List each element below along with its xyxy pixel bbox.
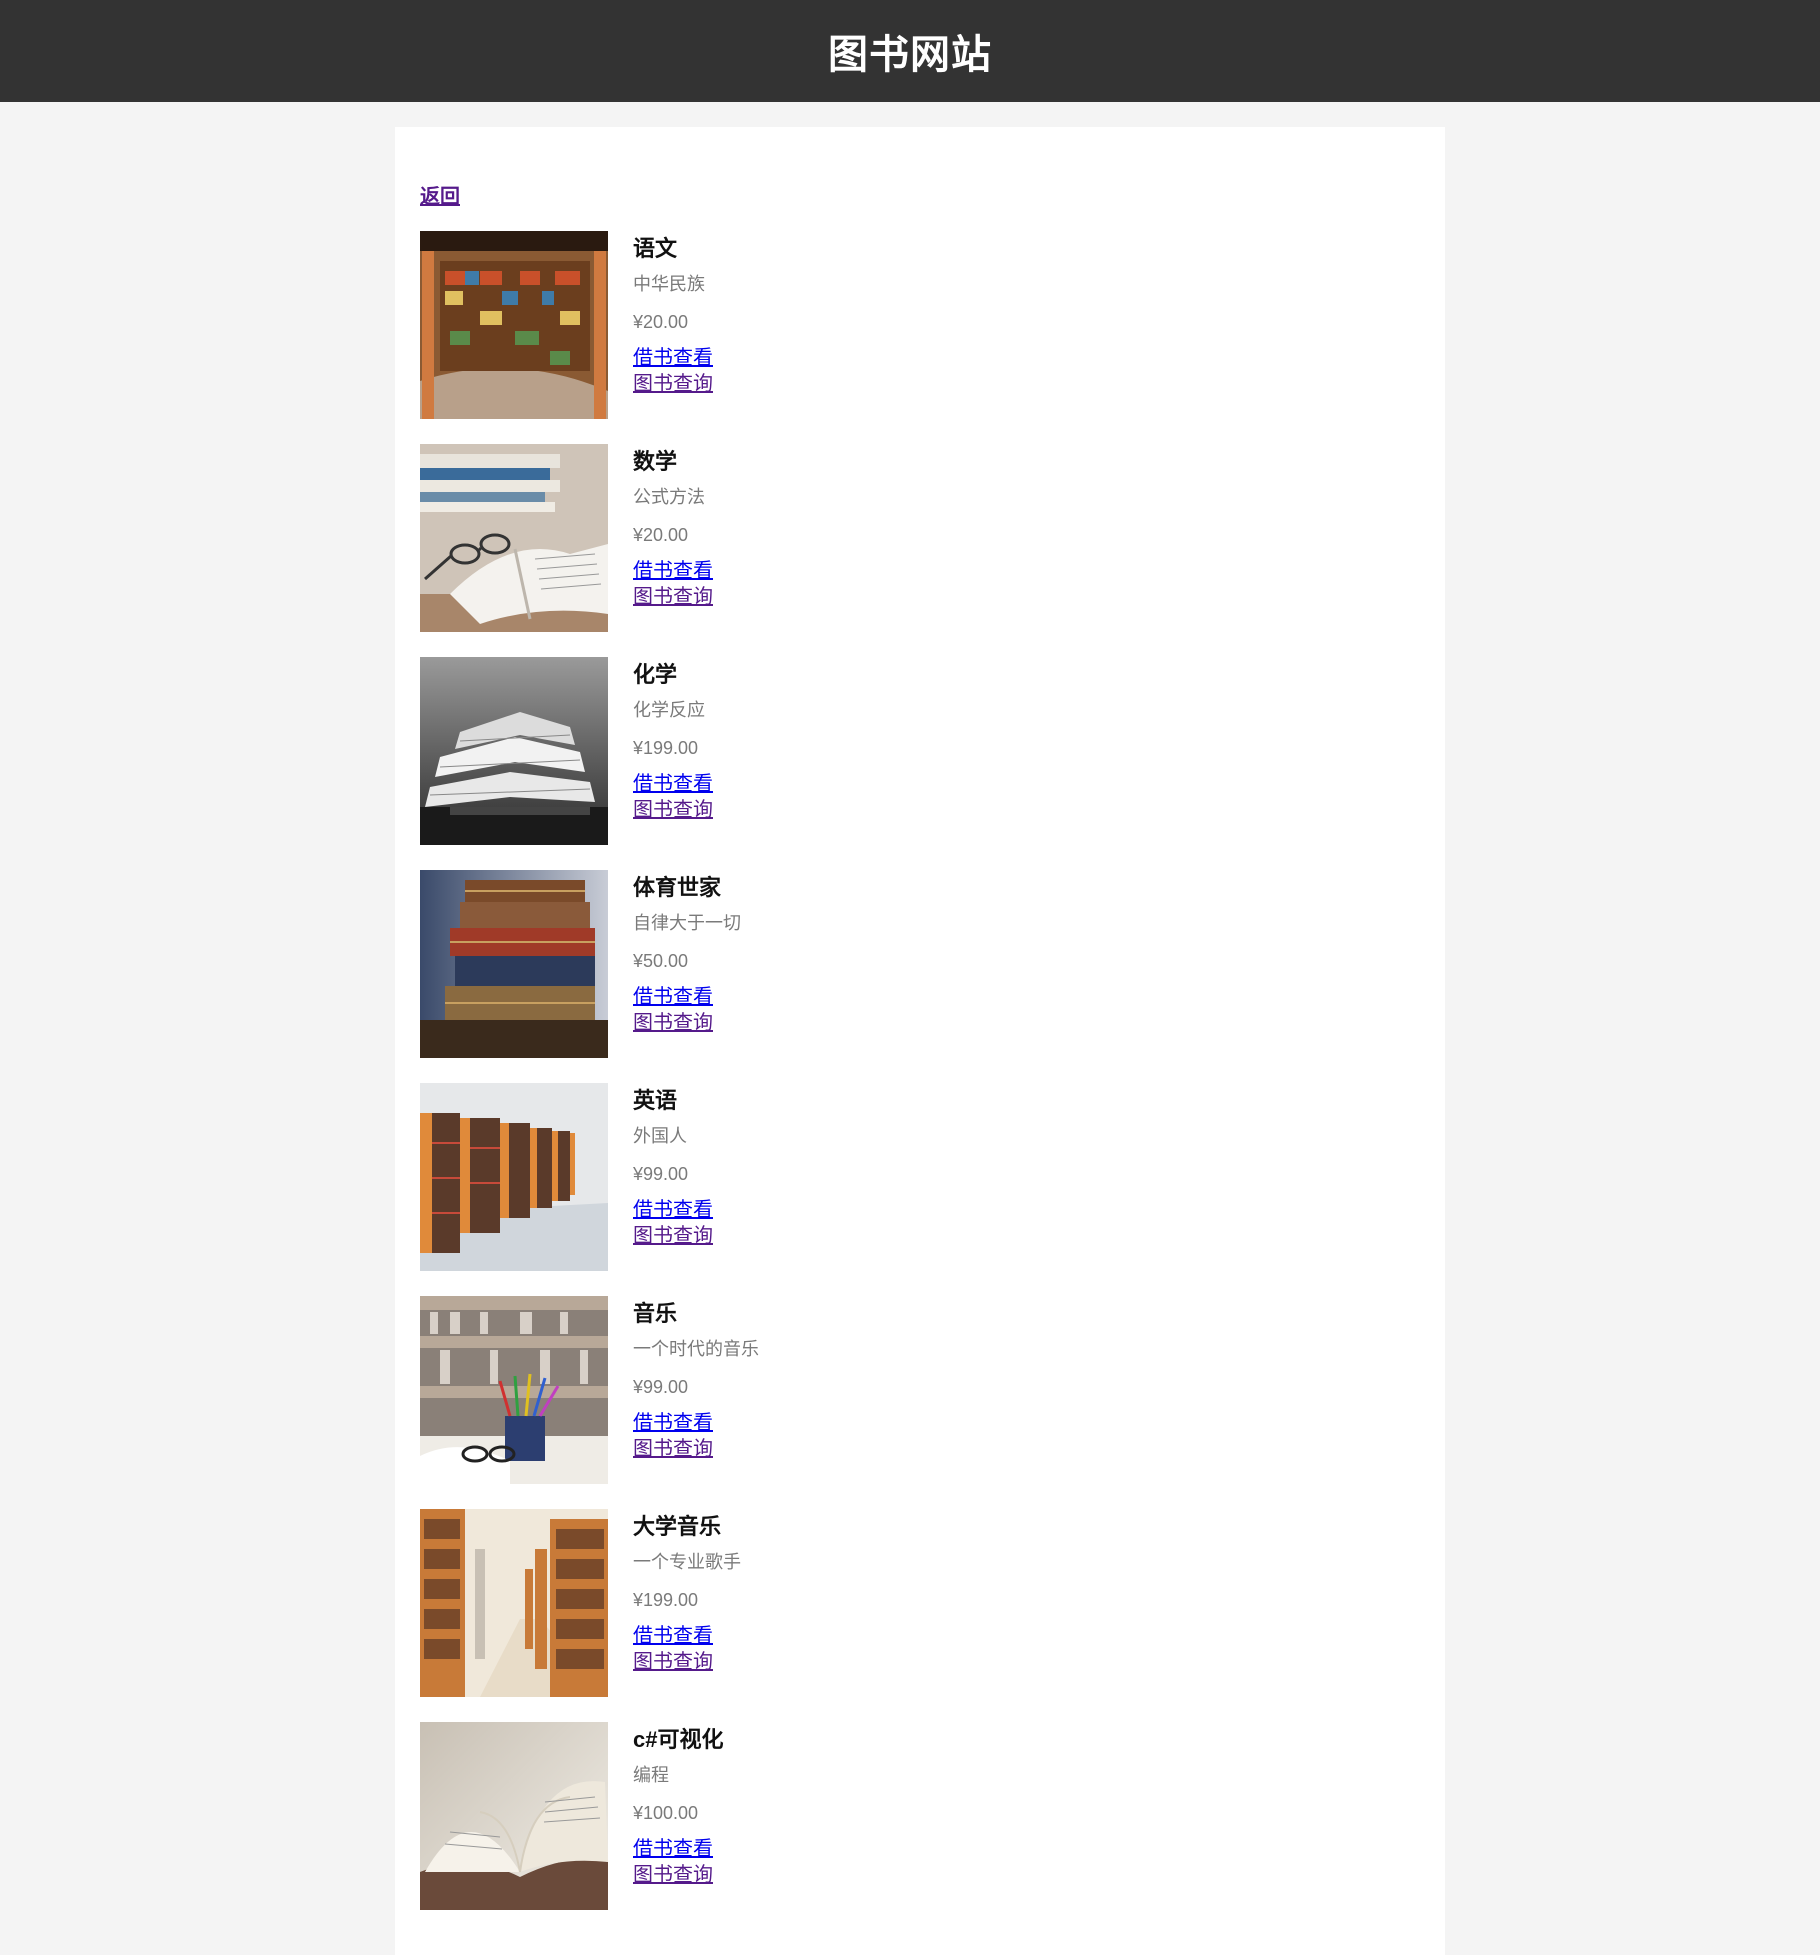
- book-cover-image[interactable]: [420, 1083, 608, 1271]
- book-price: ¥199.00: [633, 1590, 699, 1610]
- book-info: 音乐 一个时代的音乐 ¥99.00 借书查看 图书查询: [633, 1296, 759, 1484]
- book-info: 数学 公式方法 ¥20.00 借书查看 图书查询: [633, 444, 713, 632]
- book-query-link[interactable]: 图书查询: [633, 1649, 741, 1675]
- book-price: ¥99.00: [633, 1164, 689, 1184]
- borrow-view-link[interactable]: 借书查看: [633, 1197, 713, 1223]
- book-list: 语文 中华民族 ¥20.00 借书查看 图书查询 数学 公式方法 ¥20.00 …: [420, 231, 1420, 1935]
- site-header: 图书网站: [0, 0, 1820, 102]
- book-info: 大学音乐 一个专业歌手 ¥199.00 借书查看 图书查询: [633, 1509, 741, 1697]
- book-info: 体育世家 自律大于一切 ¥50.00 借书查看 图书查询: [633, 870, 741, 1058]
- book-item: 英语 外国人 ¥99.00 借书查看 图书查询: [420, 1083, 1420, 1271]
- open-book-pages-image: [420, 1722, 608, 1910]
- book-cover-image[interactable]: [420, 1722, 608, 1910]
- book-links: 借书查看 图书查询: [633, 341, 713, 397]
- library-shelves-image: [420, 231, 608, 419]
- book-price: ¥50.00: [633, 951, 689, 971]
- book-cover-image[interactable]: [420, 1296, 608, 1484]
- book-price: ¥100.00: [633, 1803, 699, 1823]
- borrow-view-link[interactable]: 借书查看: [633, 1836, 723, 1862]
- stacked-books-bw-image: [420, 657, 608, 845]
- book-title: 体育世家: [633, 875, 722, 900]
- book-query-link[interactable]: 图书查询: [633, 1862, 723, 1888]
- book-description: 自律大于一切: [633, 913, 741, 933]
- book-item: 大学音乐 一个专业歌手 ¥199.00 借书查看 图书查询: [420, 1509, 1420, 1697]
- book-query-link[interactable]: 图书查询: [633, 797, 713, 823]
- site-title: 图书网站: [828, 33, 992, 77]
- book-price: ¥20.00: [633, 312, 689, 332]
- back-link[interactable]: 返回: [420, 180, 460, 209]
- book-title: 大学音乐: [633, 1514, 722, 1539]
- book-cover-image[interactable]: [420, 1509, 608, 1697]
- library-corridor-image: [420, 1509, 608, 1697]
- book-info: 语文 中华民族 ¥20.00 借书查看 图书查询: [633, 231, 713, 419]
- book-price: ¥99.00: [633, 1377, 689, 1397]
- book-info: c#可视化 编程 ¥100.00 借书查看 图书查询: [633, 1722, 723, 1910]
- book-description: 化学反应: [633, 700, 705, 720]
- book-item: 音乐 一个时代的音乐 ¥99.00 借书查看 图书查询: [420, 1296, 1420, 1484]
- book-links: 借书查看 图书查询: [633, 1619, 741, 1675]
- borrow-view-link[interactable]: 借书查看: [633, 771, 713, 797]
- book-title: 化学: [633, 662, 678, 687]
- book-cover-image[interactable]: [420, 444, 608, 632]
- borrow-view-link[interactable]: 借书查看: [633, 984, 741, 1010]
- book-title: 英语: [633, 1088, 678, 1113]
- book-price: ¥20.00: [633, 525, 689, 545]
- book-info: 英语 外国人 ¥99.00 借书查看 图书查询: [633, 1083, 713, 1271]
- pencils-library-image: [420, 1296, 608, 1484]
- book-description: 一个时代的音乐: [633, 1339, 759, 1359]
- book-title: c#可视化: [633, 1727, 724, 1752]
- book-price: ¥199.00: [633, 738, 699, 758]
- book-item: 数学 公式方法 ¥20.00 借书查看 图书查询: [420, 444, 1420, 632]
- book-item: 语文 中华民族 ¥20.00 借书查看 图书查询: [420, 231, 1420, 419]
- book-links: 借书查看 图书查询: [633, 1406, 759, 1462]
- book-links: 借书查看 图书查询: [633, 980, 741, 1036]
- borrow-view-link[interactable]: 借书查看: [633, 558, 713, 584]
- book-cover-image[interactable]: [420, 657, 608, 845]
- library-aisle-image: [420, 1083, 608, 1271]
- book-title: 语文: [633, 236, 678, 261]
- book-query-link[interactable]: 图书查询: [633, 1010, 741, 1036]
- book-cover-image[interactable]: [420, 231, 608, 419]
- open-book-glasses-image: [420, 444, 608, 632]
- book-links: 借书查看 图书查询: [633, 554, 713, 610]
- book-item: 化学 化学反应 ¥199.00 借书查看 图书查询: [420, 657, 1420, 845]
- book-links: 借书查看 图书查询: [633, 1832, 723, 1888]
- book-info: 化学 化学反应 ¥199.00 借书查看 图书查询: [633, 657, 713, 845]
- antique-books-image: [420, 870, 608, 1058]
- book-query-link[interactable]: 图书查询: [633, 371, 713, 397]
- book-item: c#可视化 编程 ¥100.00 借书查看 图书查询: [420, 1722, 1420, 1910]
- book-title: 音乐: [633, 1301, 678, 1326]
- main-panel: 返回 语文 中华民族 ¥20.00 借书查看 图书查询 数学 公式方法 ¥20.…: [395, 127, 1445, 1955]
- borrow-view-link[interactable]: 借书查看: [633, 1410, 759, 1436]
- book-description: 公式方法: [633, 487, 705, 507]
- book-title: 数学: [633, 449, 678, 474]
- borrow-view-link[interactable]: 借书查看: [633, 345, 713, 371]
- book-links: 借书查看 图书查询: [633, 1193, 713, 1249]
- book-query-link[interactable]: 图书查询: [633, 1436, 759, 1462]
- book-item: 体育世家 自律大于一切 ¥50.00 借书查看 图书查询: [420, 870, 1420, 1058]
- borrow-view-link[interactable]: 借书查看: [633, 1623, 741, 1649]
- book-cover-image[interactable]: [420, 870, 608, 1058]
- book-query-link[interactable]: 图书查询: [633, 584, 713, 610]
- book-description: 编程: [633, 1765, 669, 1785]
- book-links: 借书查看 图书查询: [633, 767, 713, 823]
- book-description: 外国人: [633, 1126, 687, 1146]
- book-description: 一个专业歌手: [633, 1552, 741, 1572]
- book-query-link[interactable]: 图书查询: [633, 1223, 713, 1249]
- book-description: 中华民族: [633, 274, 705, 294]
